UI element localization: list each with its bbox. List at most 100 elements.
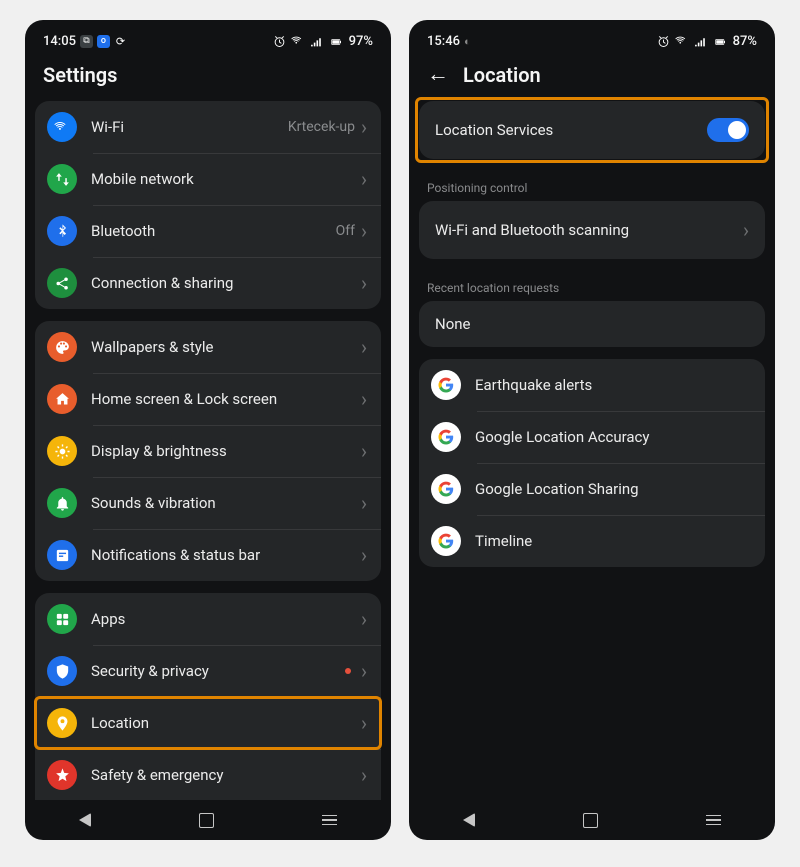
back-nav-icon[interactable] [463,813,475,827]
chevron-right-icon: › [743,220,749,240]
location-services-row[interactable]: Location Services [419,101,765,159]
settings-row-wallpapers[interactable]: Wallpapers & style› [35,321,381,373]
google-icon [431,474,461,504]
settings-row-label: Notifications & status bar [91,546,361,564]
alarm-icon [656,34,671,49]
wifi-icon [47,112,77,142]
status-time: 15:46 [427,34,460,49]
battery-icon [327,36,345,48]
settings-row-label: Display & brightness [91,442,361,460]
status-chip-icon: ⧉ [80,35,93,48]
pin-icon [47,708,77,738]
settings-row-label: Mobile network [91,170,361,188]
settings-row-homescreen[interactable]: Home screen & Lock screen› [35,373,381,425]
recents-nav-icon[interactable] [706,815,721,826]
page-title: Settings [43,63,117,87]
phone-settings-list: 14:05 ⧉ o ⟳ 97% Settings Wi-FiKrtecek-up… [25,20,391,840]
signal-icon [694,35,707,48]
google-icon [431,526,461,556]
google-service-label: Google Location Sharing [475,480,751,498]
settings-row-safety[interactable]: Safety & emergency› [35,749,381,800]
settings-row-apps[interactable]: Apps› [35,593,381,645]
page-title-row: ← Location [409,55,775,101]
settings-row-sounds[interactable]: Sounds & vibration› [35,477,381,529]
wifi-bt-scanning-row[interactable]: Wi-Fi and Bluetooth scanning › [419,201,765,259]
chevron-right-icon: › [361,117,367,137]
alert-dot-icon [345,668,351,674]
phone-location-settings: 15:46 ◐ 87% ← Location Location Services… [409,20,775,840]
chevron-right-icon: › [361,389,367,409]
settings-row-label: Connection & sharing [91,274,361,292]
google-service-label: Earthquake alerts [475,376,751,394]
settings-scroll[interactable]: Wi-FiKrtecek-up›Mobile network›Bluetooth… [25,101,391,800]
chevron-right-icon: › [361,713,367,733]
settings-row-mobile[interactable]: Mobile network› [35,153,381,205]
google-icon [431,370,461,400]
bluetooth-icon [47,216,77,246]
status-battery: 97% [349,34,373,49]
chevron-right-icon: › [361,273,367,293]
chevron-right-icon: › [361,765,367,785]
apps-icon [47,604,77,634]
settings-row-value: Off [336,223,355,239]
status-battery: 87% [733,34,757,49]
updown-icon [47,164,77,194]
chevron-right-icon: › [361,545,367,565]
palette-icon [47,332,77,362]
recents-nav-icon[interactable] [322,815,337,826]
recent-none: None [419,301,765,347]
location-scroll[interactable]: Location Services Positioning control Wi… [409,101,775,800]
status-sync-icon: ⟳ [114,35,127,48]
google-icon [431,422,461,452]
home-icon [47,384,77,414]
chevron-right-icon: › [361,493,367,513]
section-recent: Recent location requests [419,271,765,301]
battery-icon [711,36,729,48]
google-service-label: Google Location Accuracy [475,428,751,446]
google-service-row[interactable]: Google Location Sharing [419,463,765,515]
chevron-right-icon: › [361,221,367,241]
settings-row-location[interactable]: Location› [35,697,381,749]
back-button[interactable]: ← [427,64,449,86]
chevron-right-icon: › [361,661,367,681]
notif-icon [47,540,77,570]
google-service-row[interactable]: Earthquake alerts [419,359,765,411]
shield-icon [47,656,77,686]
settings-row-wifi[interactable]: Wi-FiKrtecek-up› [35,101,381,153]
sun-icon [47,436,77,466]
page-title: Location [463,63,541,87]
alarm-icon [272,34,287,49]
bell-icon [47,488,77,518]
google-service-row[interactable]: Timeline [419,515,765,567]
settings-row-label: Apps [91,610,361,628]
settings-row-bluetooth[interactable]: BluetoothOff › [35,205,381,257]
nav-bar [25,800,391,840]
wifi-status-icon [675,34,690,49]
recent-none-label: None [435,315,471,333]
settings-row-value: Krtecek-up [288,119,355,135]
back-nav-icon[interactable] [79,813,91,827]
status-chip-icon: o [97,35,110,48]
settings-row-label: Security & privacy [91,662,345,680]
wifi-bt-scanning-label: Wi-Fi and Bluetooth scanning [435,221,743,239]
signal-icon [310,35,323,48]
home-nav-icon[interactable] [199,813,214,828]
status-dnd-icon: ◐ [464,35,471,48]
settings-row-connshare[interactable]: Connection & sharing› [35,257,381,309]
page-title-row: Settings [25,55,391,101]
chevron-right-icon: › [361,609,367,629]
wifi-status-icon [291,34,306,49]
chevron-right-icon: › [361,337,367,357]
google-service-label: Timeline [475,532,751,550]
status-bar: 14:05 ⧉ o ⟳ 97% [25,20,391,55]
settings-row-notifications[interactable]: Notifications & status bar› [35,529,381,581]
settings-row-display[interactable]: Display & brightness› [35,425,381,477]
settings-row-label: Bluetooth [91,222,336,240]
google-service-row[interactable]: Google Location Accuracy [419,411,765,463]
section-positioning: Positioning control [419,171,765,201]
location-services-toggle[interactable] [707,118,749,142]
home-nav-icon[interactable] [583,813,598,828]
settings-row-security[interactable]: Security & privacy › [35,645,381,697]
share-icon [47,268,77,298]
chevron-right-icon: › [361,169,367,189]
